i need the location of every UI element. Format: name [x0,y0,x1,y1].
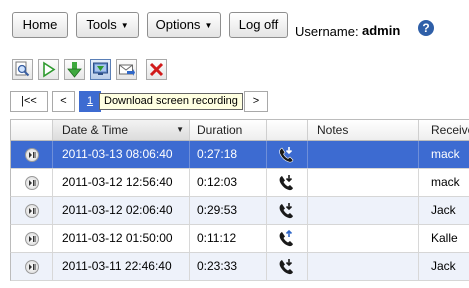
play-pause-icon [29,180,36,186]
outgoing-call-icon [279,229,293,247]
logoff-button[interactable]: Log off [229,12,288,38]
delete-button[interactable] [146,59,167,80]
notes-cell [308,197,419,224]
table-row[interactable]: 2011-03-11 22:46:40 0:23:33 Jack [10,253,469,281]
username-label: Username: [295,24,359,39]
column-header-datetime[interactable]: Date & Time ▼ [53,120,190,140]
incoming-call-icon [279,147,294,163]
search-button[interactable] [12,59,33,80]
play-cell [11,225,53,252]
table-row[interactable]: 2011-03-12 02:06:40 0:29:53 Jack [10,197,469,225]
search-icon [15,61,30,77]
direction-cell [267,169,308,196]
receiver-cell: Jack [431,203,456,217]
incoming-call-icon [279,203,293,219]
incoming-call-icon [279,175,293,191]
play-pause-icon [29,152,36,158]
logoff-button-label: Log off [238,17,279,32]
datetime-cell: 2011-03-12 12:56:40 [53,169,190,196]
receiver-cell: Kalle [431,231,458,245]
play-pause-icon [29,236,36,242]
play-recording-button[interactable] [25,176,39,190]
column-header-datetime-label: Date & Time [62,123,129,137]
play-icon [43,61,56,78]
options-menu-button[interactable]: Options ▼ [147,12,221,38]
direction-cell [267,141,308,168]
duration-cell: 0:29:53 [190,197,267,224]
play-recording-button[interactable] [25,232,39,246]
table-row[interactable]: 2011-03-12 01:50:00 0:11:12 Kalle [10,225,469,253]
download-recording-icon [93,62,108,75]
duration-cell: 0:12:03 [190,169,267,196]
send-button[interactable] [116,59,137,80]
delete-icon [149,62,164,77]
first-page-button[interactable]: |<< [10,91,48,112]
table-row[interactable]: 2011-03-13 08:06:40 0:27:18 mack [10,141,469,169]
duration-cell: 0:11:12 [190,225,267,252]
column-header-receiver[interactable]: Receiver [419,120,469,140]
datetime-cell: 2011-03-12 01:50:00 [53,225,190,252]
home-button-label: Home [22,17,58,32]
play-cell [11,197,53,224]
incoming-call-icon [279,259,293,275]
notes-cell [308,169,419,196]
chevron-down-icon: ▼ [120,21,129,30]
next-page-button[interactable]: > [244,91,268,112]
sort-descending-icon: ▼ [176,125,184,134]
previous-page-button[interactable]: < [52,91,75,112]
play-recording-button[interactable] [25,148,39,162]
download-icon [67,62,82,78]
download-recording-button[interactable] [90,59,111,80]
column-header-direction [267,120,308,140]
duration-cell: 0:23:33 [190,253,267,280]
tools-menu-button[interactable]: Tools ▼ [76,12,139,38]
datetime-cell: 2011-03-13 08:06:40 [53,141,190,168]
notes-cell [308,141,419,168]
username-value: admin [362,23,401,38]
receiver-cell: Jack [431,259,456,273]
chevron-down-icon: ▼ [204,21,213,30]
play-recording-button[interactable] [25,260,39,274]
play-cell [11,169,53,196]
tools-button-label: Tools [86,17,117,32]
play-cell [11,141,53,168]
direction-cell [267,197,308,224]
direction-cell [267,225,308,252]
datetime-cell: 2011-03-12 02:06:40 [53,197,190,224]
page-1-button[interactable]: 1 [79,91,101,112]
play-recording-button[interactable] [25,204,39,218]
recordings-table: Date & Time ▼ Duration Notes Receiver 20… [10,119,469,288]
home-button[interactable]: Home [12,12,68,38]
notes-cell [308,225,419,252]
duration-cell: 0:27:18 [190,141,267,168]
tooltip: Download screen recording [99,93,243,110]
direction-cell [267,253,308,280]
receiver-cell: mack [431,175,460,189]
help-icon[interactable]: ? [418,20,434,36]
play-pause-icon [29,264,36,270]
notes-cell [308,253,419,280]
top-toolbar: Home Tools ▼ Options ▼ Log off Username: a… [0,0,469,50]
options-button-label: Options [155,17,201,32]
datetime-cell: 2011-03-11 22:46:40 [53,253,190,280]
play-button[interactable] [38,59,59,80]
column-header-notes[interactable]: Notes [308,120,419,140]
play-cell [11,253,53,280]
table-header: Date & Time ▼ Duration Notes Receiver [10,119,469,141]
send-icon [119,64,135,76]
download-button[interactable] [64,59,85,80]
play-pause-icon [29,208,36,214]
column-header-duration[interactable]: Duration [190,120,267,140]
column-header-play [11,120,53,140]
receiver-cell: mack [431,147,460,161]
table-row[interactable]: 2011-03-12 12:56:40 0:12:03 mack [10,169,469,197]
